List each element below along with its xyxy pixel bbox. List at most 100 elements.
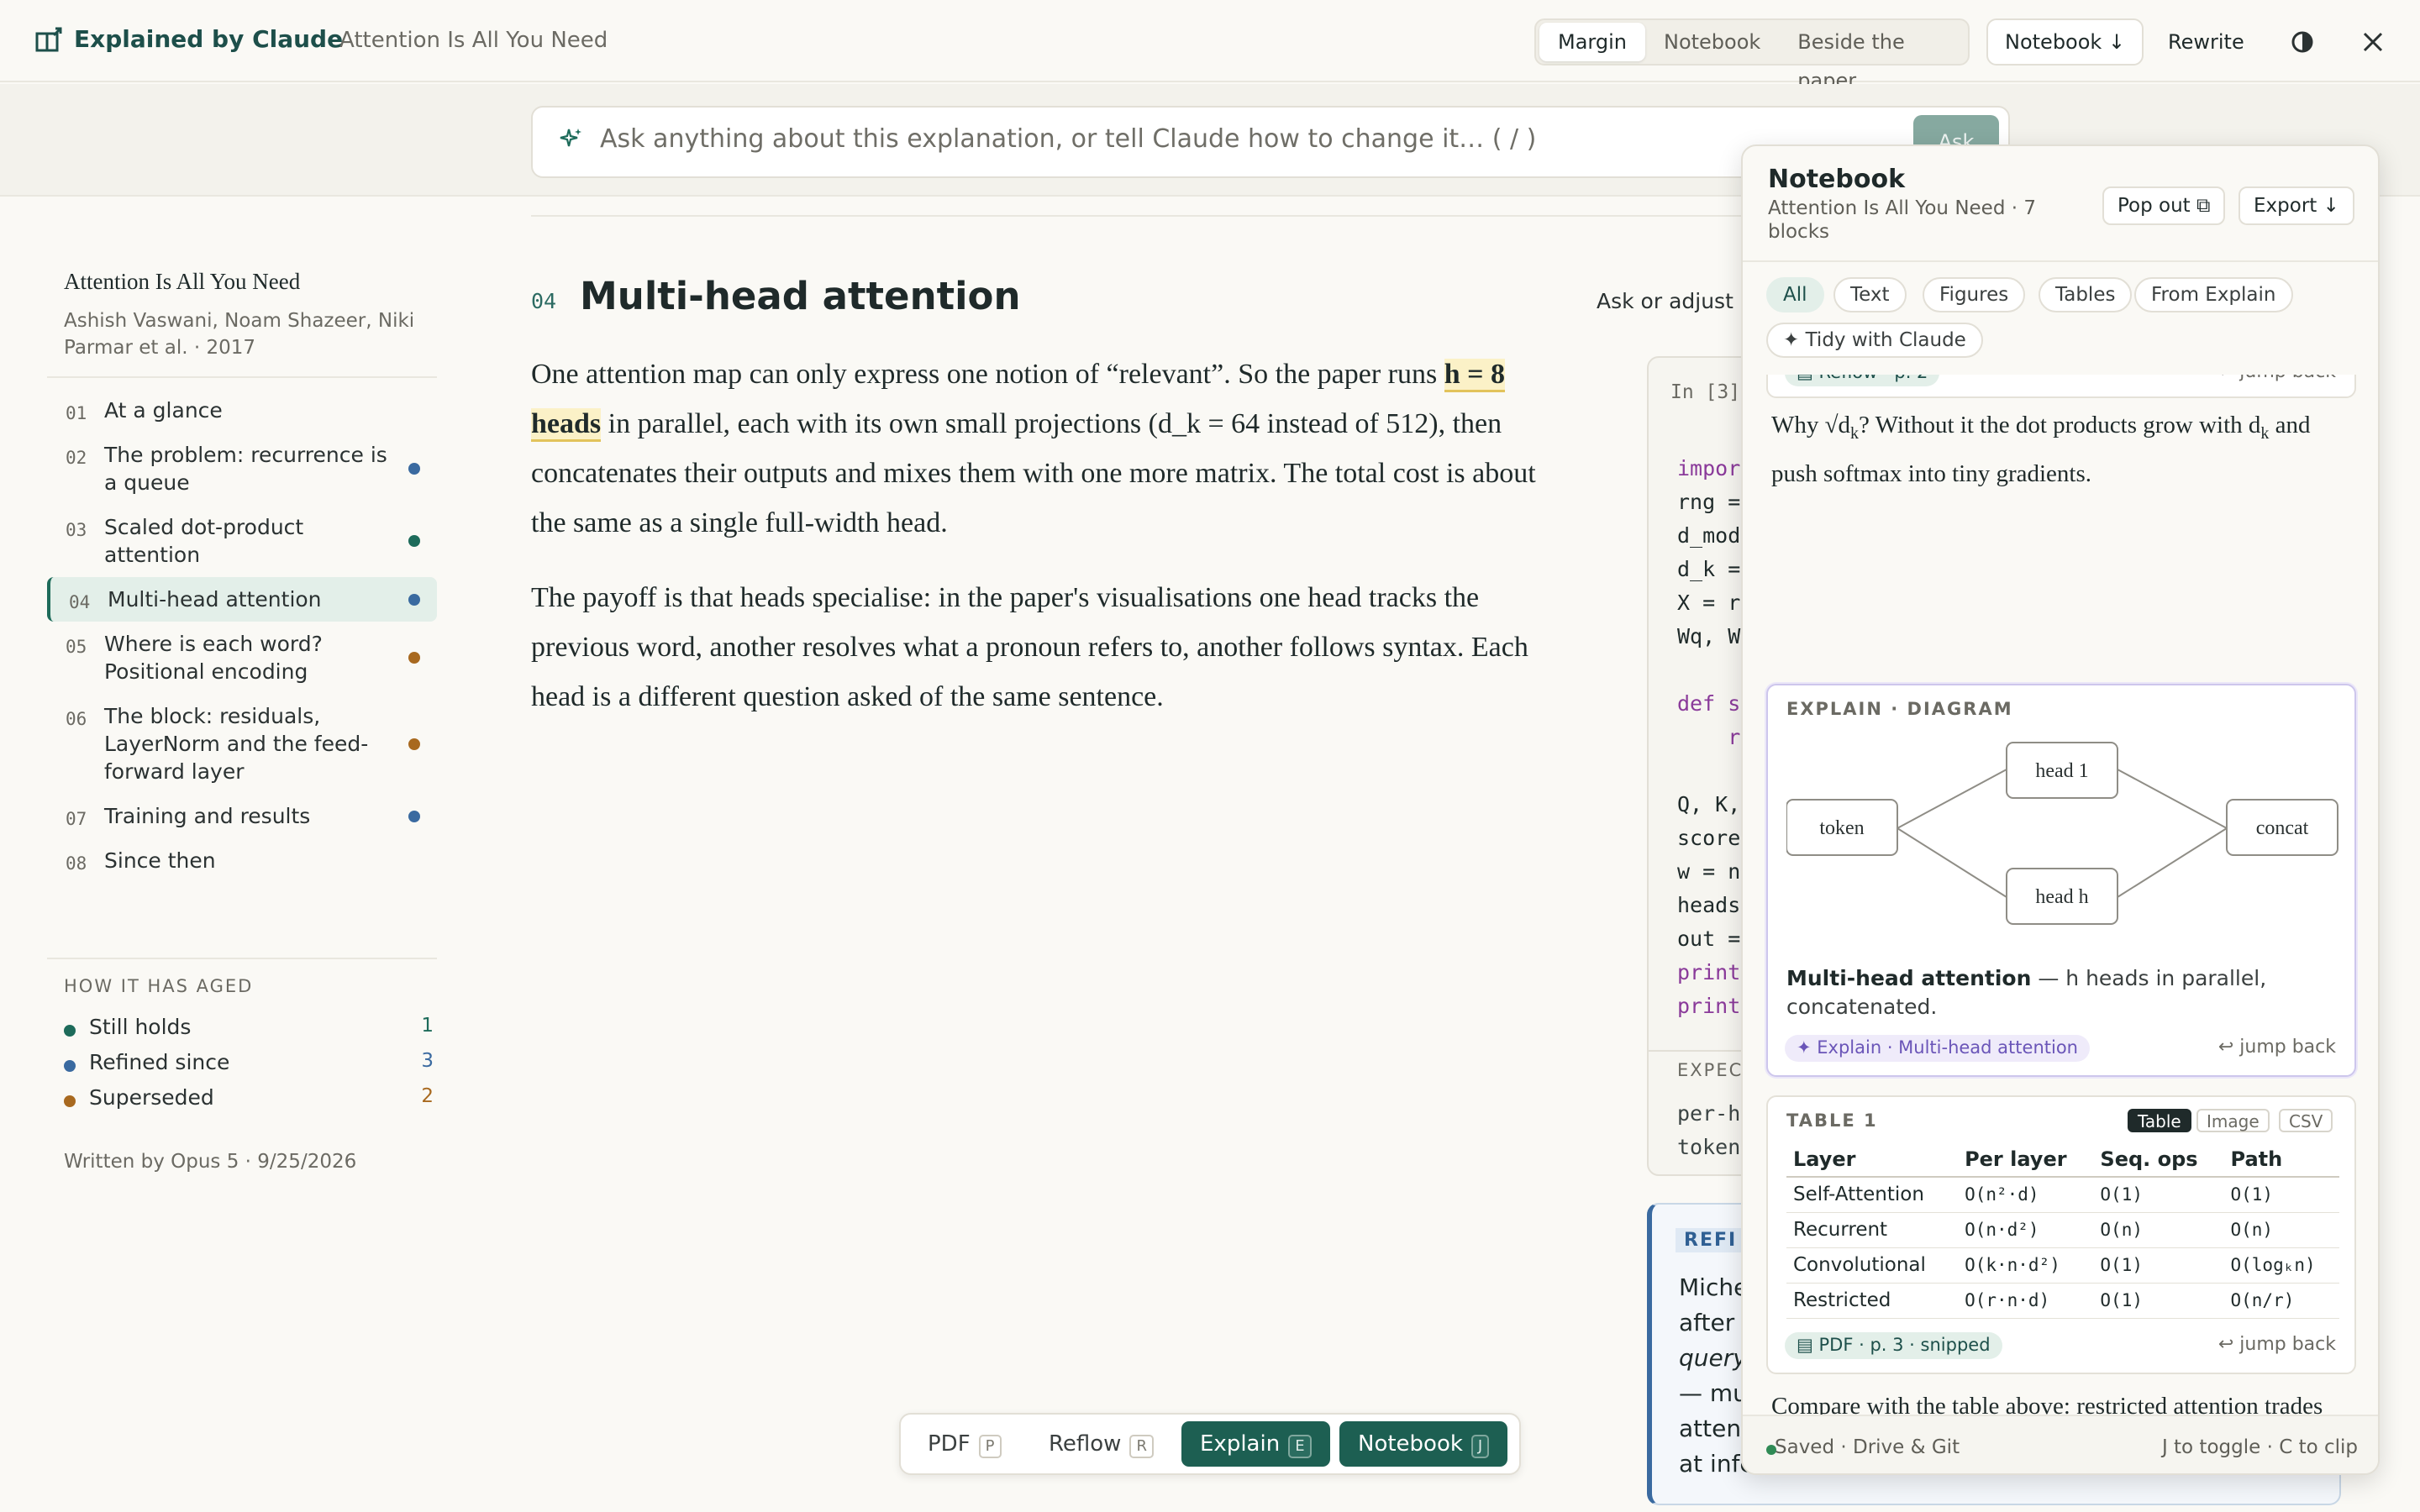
status-dot (408, 810, 420, 822)
dock-label: Reflow (1049, 1431, 1122, 1457)
table-header-cell: Path (2223, 1142, 2339, 1178)
aged-refined-since[interactable]: Refined since 3 (64, 1050, 434, 1084)
table-body: Self-Attention O(n²·d) O(1) O(1) Recurrent O(… (1786, 1177, 2339, 1319)
sparkle-icon (560, 129, 581, 147)
table-cell: O(r·n·d) (1958, 1283, 2094, 1319)
brand-name: Explained by Claude (74, 25, 344, 53)
view-mode-beside[interactable]: Beside the paper (1779, 23, 1965, 92)
notebook-title: Notebook (1768, 165, 1906, 194)
aged-label: Refined since (89, 1050, 230, 1074)
dock-explain-button[interactable]: Explain E (1181, 1421, 1330, 1467)
subscript: k (1850, 423, 1860, 443)
edge (2117, 827, 2228, 898)
status-dot (64, 1025, 76, 1037)
source-pill[interactable]: ▤ Reflow · p. 2 (1785, 375, 1940, 386)
toc-label: Multi-head attention (108, 587, 322, 612)
code-line: heads (1677, 893, 1741, 917)
table-of-contents: 01 At a glance 02 The problem: recurrence i… (47, 388, 437, 883)
draft-text: Compare with the table above: restricted… (1771, 1393, 2323, 1416)
status-dot (408, 593, 420, 606)
filter-tables[interactable]: Tables (2039, 277, 2133, 312)
rewrite-button[interactable]: Rewrite (2168, 18, 2244, 66)
toc-item-05[interactable]: 05 Where is each word? Positional encodin… (47, 622, 437, 694)
paper-title: Attention Is All You Need (64, 269, 301, 294)
shortcut-key: P (978, 1435, 1002, 1458)
aged-count: 2 (421, 1085, 434, 1107)
close-icon[interactable] (2358, 27, 2388, 57)
filter-from-explain[interactable]: From Explain (2134, 277, 2293, 312)
table-row: Recurrent O(n·d²) O(n) O(n) (1786, 1212, 2339, 1248)
code-line: out = (1677, 927, 1741, 951)
toc-number: 03 (66, 520, 87, 540)
toc-item-06[interactable]: 06 The block: residuals, LayerNorm and th… (47, 694, 437, 794)
toc-item-08[interactable]: 08 Since then (47, 838, 437, 883)
edge (1897, 827, 2007, 898)
view-mode-notebook[interactable]: Notebook (1645, 23, 1779, 61)
dock-notebook-button[interactable]: Notebook J (1339, 1421, 1508, 1467)
table-header-cell: Per layer (1958, 1142, 2094, 1178)
node-label: head h (2035, 886, 2088, 908)
notebook-text-block[interactable]: Why √dk? Without it the dot products gro… (1771, 405, 2360, 494)
aged-superseded[interactable]: Superseded 2 (64, 1085, 434, 1119)
jump-back-link[interactable]: ↩ jump back (2218, 1037, 2336, 1058)
aged-label: Superseded (89, 1085, 214, 1110)
toc-number: 04 (69, 592, 91, 612)
table-view-toggle[interactable]: Table (2128, 1109, 2191, 1132)
filter-all[interactable]: All (1766, 277, 1824, 312)
notebook-block-table[interactable]: TABLE 1 Table Image CSV Layer Per layer Se… (1766, 1095, 2356, 1374)
toc-item-07[interactable]: 07 Training and results (47, 794, 437, 838)
toc-item-02[interactable]: 02 The problem: recurrence is a queue (47, 433, 437, 505)
table-header-row: Layer Per layer Seq. ops Path (1786, 1142, 2339, 1178)
multi-head-diagram: token head 1 head h concat (1786, 742, 2338, 925)
dock-label: Notebook (1358, 1431, 1463, 1457)
filter-text[interactable]: Text (1833, 277, 1907, 312)
csv-view-toggle[interactable]: CSV (2279, 1109, 2333, 1132)
jump-back-link[interactable]: ↩ jump back (2218, 1334, 2336, 1355)
jump-back-link[interactable]: ↩ jump back (2218, 375, 2336, 382)
toc-label: Training and results (104, 804, 311, 828)
view-mode-margin[interactable]: Margin (1539, 23, 1645, 61)
notebook-block-diagram[interactable]: EXPLAIN · DIAGRAM token head 1 head h co… (1766, 684, 2356, 1077)
view-dock: PDF P Reflow R Explain E Notebook J (899, 1413, 1521, 1475)
shortcut-key: R (1129, 1435, 1154, 1458)
filter-figures[interactable]: Figures (1923, 277, 2026, 312)
toc-item-01[interactable]: 01 At a glance (47, 388, 437, 433)
edge (1897, 769, 2007, 829)
view-mode-switcher: Margin Notebook Beside the paper (1534, 18, 1970, 92)
dock-reflow-button[interactable]: Reflow R (1030, 1421, 1172, 1467)
shortcut-key: E (1288, 1435, 1312, 1458)
notebook-panel: Notebook Attention Is All You Need · 7 b… (1741, 144, 2380, 1475)
table-cell: O(n) (2223, 1212, 2339, 1248)
paragraph-1: One attention map can only express one n… (531, 349, 1573, 548)
export-button[interactable]: Export ↓ (2238, 186, 2354, 225)
code-line: X = r (1677, 591, 1741, 615)
tidy-with-claude-button[interactable]: ✦ Tidy with Claude (1766, 323, 1983, 358)
ask-or-adjust-button[interactable]: Ask or adjust (1597, 289, 1733, 313)
table-row: Restricted O(r·n·d) O(1) O(n/r) (1786, 1283, 2339, 1319)
code-line: print (1677, 960, 1741, 984)
notebook-export-button[interactable]: Notebook ↓ (1986, 18, 2144, 66)
table-cell: O(n·d²) (1958, 1212, 2094, 1248)
notebook-footer: Saved · Drive & Git J to toggle · C to c… (1743, 1415, 2378, 1473)
contrast-icon[interactable] (2287, 27, 2317, 57)
dock-pdf-button[interactable]: PDF P (909, 1421, 1020, 1467)
toc-item-03[interactable]: 03 Scaled dot-product attention (47, 505, 437, 577)
aged-still-holds[interactable]: Still holds 1 (64, 1015, 434, 1048)
notebook-draft-text[interactable]: Compare with the table above: restricted… (1771, 1388, 2360, 1416)
explain-source-pill[interactable]: ✦ Explain · Multi-head attention (1785, 1035, 2090, 1062)
toc-number: 02 (66, 448, 87, 468)
dock-label: PDF (928, 1431, 971, 1457)
toc-item-04[interactable]: 04 Multi-head attention (47, 577, 437, 622)
notebook-block-reflow[interactable]: ▤ Reflow · p. 2 ↩ jump back (1766, 375, 2356, 398)
image-view-toggle[interactable]: Image (2196, 1109, 2270, 1132)
divider (47, 958, 437, 959)
toc-label: The block: residuals, LayerNorm and the … (104, 704, 369, 784)
pop-out-button[interactable]: Pop out ⧉ (2102, 186, 2226, 225)
table-cell: O(n/r) (2223, 1283, 2339, 1319)
notebook-subtitle: Attention Is All You Need · 7 blocks (1768, 197, 2036, 243)
shortcut-key: J (1470, 1435, 1490, 1458)
aged-heading: HOW IT HAS AGED (64, 976, 254, 996)
pdf-source-pill[interactable]: ▤ PDF · p. 3 · snipped (1785, 1332, 2002, 1359)
block-type-label: EXPLAIN · DIAGRAM (1786, 699, 2013, 719)
